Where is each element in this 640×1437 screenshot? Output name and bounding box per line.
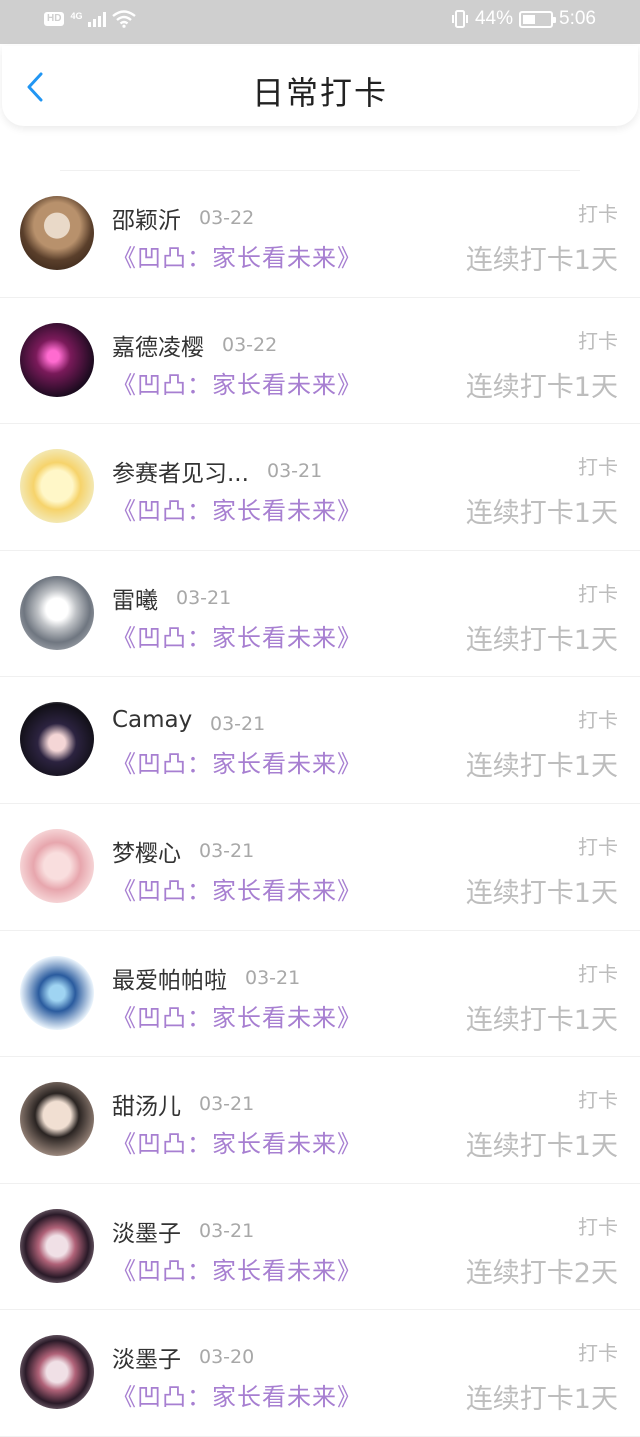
- checkin-date: 03-22: [222, 333, 278, 356]
- streak-label: 连续打卡1天: [465, 751, 618, 783]
- checkin-label: 打卡: [578, 455, 618, 480]
- status-left: HD 4G: [44, 10, 137, 28]
- checkin-date: 03-21: [245, 966, 301, 989]
- network-type-label: 4G: [70, 11, 83, 21]
- user-name: 甜汤儿: [112, 1094, 181, 1121]
- wifi-icon: [112, 10, 137, 28]
- checkin-label: 打卡: [578, 834, 618, 859]
- page-title: 日常打卡: [251, 74, 388, 112]
- user-name: 最爱帕帕啦: [112, 967, 227, 994]
- course-title[interactable]: 《凹凸：家长看未来》: [112, 1124, 362, 1159]
- streak-label: 连续打卡1天: [465, 1131, 618, 1163]
- list-item[interactable]: 淡墨子 03-21 《凹凸：家长看未来》 打卡连续打卡2天: [0, 1184, 640, 1311]
- list-item[interactable]: 嘉德凌樱 03-22 《凹凸：家长看未来》 打卡连续打卡1天: [0, 298, 640, 425]
- user-name: 嘉德凌樱: [112, 334, 204, 361]
- list-item[interactable]: 淡墨子 03-20 《凹凸：家长看未来》 打卡连续打卡1天: [0, 1310, 640, 1437]
- checkin-list: 邵颖沂 03-22 《凹凸：家长看未来》 打卡 连续打卡1天 嘉德凌樱 03-22 《凹凸：家…: [0, 145, 640, 1437]
- user-name: 雷曦: [112, 587, 158, 614]
- streak-label: 连续打卡1天: [465, 498, 618, 530]
- streak-label: 连续打卡2天: [465, 1257, 618, 1289]
- checkin-date: 03-21: [199, 1093, 255, 1116]
- checkin-label: 打卡: [578, 581, 618, 606]
- streak-label: 连续打卡1天: [465, 245, 618, 276]
- list-item[interactable]: 最爱帕帕啦 03-21 《凹凸：家长看未来》 打卡连续打卡1天: [0, 931, 640, 1058]
- list-item[interactable]: 甜汤儿 03-21 《凹凸：家长看未来》 打卡连续打卡1天: [0, 1057, 640, 1184]
- avatar[interactable]: [20, 828, 94, 903]
- course-title[interactable]: 《凹凸：家长看未来》: [112, 1251, 362, 1286]
- status-right: 44% 5:06: [451, 8, 596, 30]
- list-item[interactable]: 邵颖沂 03-22 《凹凸：家长看未来》 打卡连续打卡1天: [0, 171, 640, 298]
- streak-label: 连续打卡1天: [465, 1384, 618, 1416]
- battery-icon: [519, 10, 557, 28]
- avatar[interactable]: [20, 322, 94, 397]
- streak-label: 连续打卡1天: [465, 624, 618, 656]
- avatar[interactable]: [20, 955, 94, 1030]
- checkin-label: 打卡: [578, 1214, 618, 1239]
- clock: 5:06: [559, 8, 596, 29]
- status-bar: HD 4G 44% 5:06: [0, 0, 640, 44]
- course-title[interactable]: 《凹凸：家长看未来》: [112, 238, 362, 273]
- checkin-label: 打卡: [578, 202, 618, 226]
- checkin-date: 03-20: [199, 1346, 255, 1369]
- checkin-date: 03-21: [199, 839, 255, 862]
- avatar[interactable]: [20, 575, 94, 650]
- battery-percent: 44%: [474, 8, 514, 29]
- checkin-date: 03-21: [267, 460, 323, 483]
- user-name: Camay: [112, 707, 193, 734]
- list-item[interactable]: 参赛者见习... 03-21 《凹凸：家长看未来》 打卡连续打卡1天: [0, 424, 640, 551]
- user-name: 参赛者见习...: [112, 461, 249, 488]
- user-name: 淡墨子: [112, 1347, 181, 1374]
- list-item[interactable]: 梦樱心 03-21 《凹凸：家长看未来》 打卡连续打卡1天: [0, 804, 640, 931]
- user-name: 邵颖沂: [112, 208, 181, 234]
- checkin-date: 03-21: [199, 1219, 255, 1242]
- user-name: 梦樱心: [112, 840, 181, 867]
- course-title[interactable]: 《凹凸：家长看未来》: [112, 491, 362, 526]
- signal-icon: [88, 11, 107, 27]
- course-title[interactable]: 《凹凸：家长看未来》: [112, 1377, 362, 1412]
- checkin-label: 打卡: [578, 708, 618, 733]
- streak-label: 连续打卡1天: [465, 371, 618, 403]
- app-header: 日常打卡: [2, 46, 638, 126]
- avatar[interactable]: [20, 196, 94, 270]
- user-name: 淡墨子: [112, 1220, 181, 1247]
- checkin-date: 03-21: [210, 713, 266, 736]
- checkin-label: 打卡: [578, 1341, 618, 1366]
- course-title[interactable]: 《凹凸：家长看未来》: [112, 618, 362, 653]
- hd-badge: HD: [44, 12, 65, 26]
- course-title[interactable]: 《凹凸：家长看未来》: [112, 365, 362, 400]
- checkin-date: 03-21: [176, 586, 232, 609]
- course-title[interactable]: 《凹凸：家长看未来》: [112, 744, 362, 779]
- avatar[interactable]: [20, 1208, 94, 1283]
- checkin-date: 03-22: [199, 207, 255, 229]
- course-title[interactable]: 《凹凸：家长看未来》: [112, 998, 362, 1033]
- list-divider: [60, 145, 580, 171]
- list-item[interactable]: 雷曦 03-21 《凹凸：家长看未来》 打卡连续打卡1天: [0, 551, 640, 678]
- checkin-label: 打卡: [578, 961, 618, 986]
- vibrate-icon: [451, 10, 468, 28]
- streak-label: 连续打卡1天: [465, 877, 618, 909]
- avatar[interactable]: [20, 702, 94, 777]
- avatar[interactable]: [20, 1082, 94, 1157]
- course-title[interactable]: 《凹凸：家长看未来》: [112, 871, 362, 906]
- streak-label: 连续打卡1天: [465, 1004, 618, 1036]
- list-item[interactable]: Camay 03-21 《凹凸：家长看未来》 打卡连续打卡1天: [0, 677, 640, 804]
- checkin-label: 打卡: [578, 1088, 618, 1113]
- avatar[interactable]: [20, 1335, 94, 1410]
- avatar[interactable]: [20, 449, 94, 524]
- checkin-label: 打卡: [578, 328, 618, 353]
